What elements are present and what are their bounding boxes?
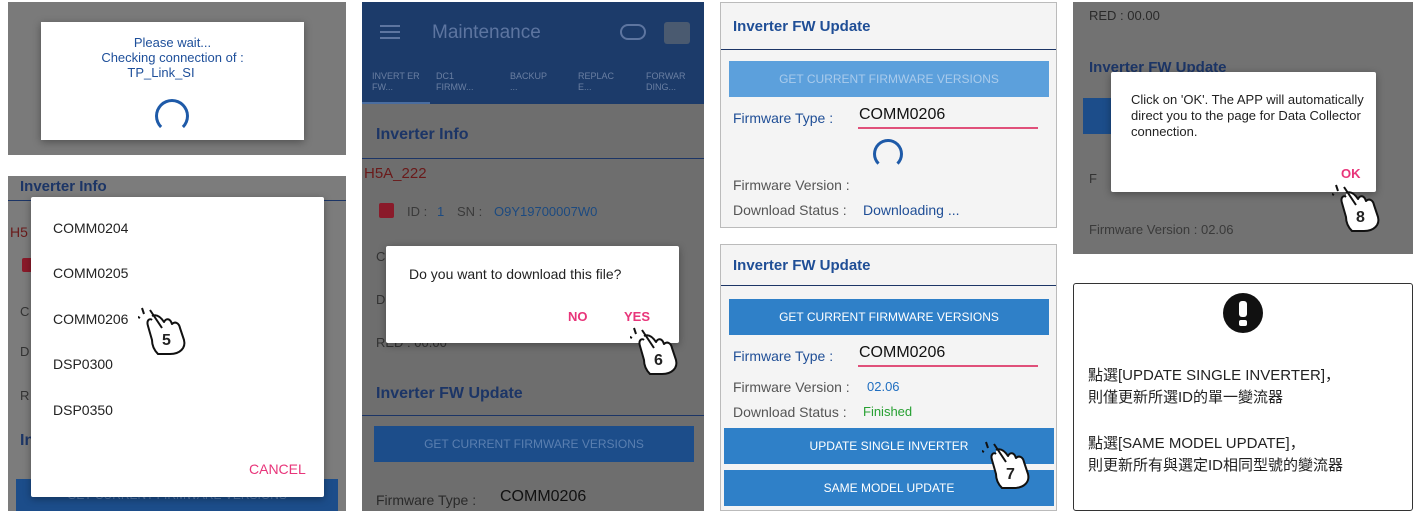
bg-fragment: H5 — [10, 224, 28, 240]
pointing-hand-icon: 6 — [627, 326, 682, 381]
step-number: 5 — [162, 332, 171, 349]
tab-replace[interactable]: REPLAC E... — [578, 71, 614, 93]
pointing-hand-icon: 8 — [1329, 183, 1384, 238]
sn-label: SN : — [457, 204, 483, 219]
note-line-1: 點選[UPDATE SINGLE INVERTER]， — [1088, 367, 1340, 384]
panel-checking-connection: Please wait... Checking connection of : … — [8, 2, 346, 155]
tab-dc1-firmware[interactable]: DC1 FIRMW... — [436, 71, 482, 93]
sn-value: O9Y19700007W0 — [494, 204, 598, 219]
bg-fragment: F — [1089, 171, 1097, 186]
ssid-text: TP_Link_SI — [127, 65, 195, 80]
exclamation-icon — [1223, 293, 1263, 333]
tab-inverter-fw[interactable]: INVERT ER FW... — [372, 71, 420, 93]
bg-section-title: Inverter Info — [20, 178, 107, 195]
fw-type-value: COMM0206 — [500, 488, 587, 505]
fw-update-heading: Inverter FW Update — [376, 385, 523, 402]
checking-connection-text: Checking connection of : — [101, 50, 244, 65]
inverter-info-heading: Inverter Info — [376, 126, 469, 143]
tab-forwarding[interactable]: FORWAR DING... — [646, 71, 694, 93]
no-button[interactable]: NO — [568, 309, 588, 324]
device-name: H5A_222 — [364, 165, 427, 182]
divider — [362, 415, 704, 416]
id-value: 1 — [437, 204, 445, 219]
bg-fragment: D — [376, 292, 386, 307]
download-status-label: Download Status : — [733, 202, 847, 218]
fw-type-underline — [858, 127, 1038, 129]
get-firmware-button[interactable]: GET CURRENT FIRMWARE VERSIONS — [729, 61, 1049, 97]
wifi-datacollector-icon[interactable] — [664, 22, 690, 44]
option-dsp0350[interactable]: DSP0350 — [53, 402, 113, 418]
cancel-button[interactable]: CANCEL — [249, 461, 306, 477]
option-dsp0300[interactable]: DSP0300 — [53, 356, 113, 372]
fw-version-label: Firmware Version : — [733, 177, 850, 193]
id-label: ID : — [407, 204, 428, 219]
panel-download-confirm: Maintenance INVERT ER FW... DC1 FIRMW...… — [362, 2, 704, 511]
bg-fragment: C — [20, 304, 30, 319]
note-line-2: 則僅更新所選ID的單一變流器 — [1088, 389, 1284, 406]
note-line-3: 點選[SAME MODEL UPDATE]， — [1088, 435, 1305, 452]
fw-update-heading: Inverter FW Update — [733, 257, 871, 274]
bg-fragment: C — [376, 249, 386, 264]
ok-button[interactable]: OK — [1341, 166, 1361, 181]
get-firmware-button[interactable]: GET CURRENT FIRMWARE VERSIONS — [729, 299, 1049, 335]
dialog-message: Do you want to download this file? — [409, 266, 622, 282]
pointing-hand-icon: 5 — [135, 306, 190, 361]
note-box: 點選[UPDATE SINGLE INVERTER]， 則僅更新所選ID的單一變… — [1073, 283, 1413, 511]
tab-indicator — [362, 102, 430, 104]
option-comm0205[interactable]: COMM0205 — [53, 265, 128, 281]
dialog-message: Click on 'OK'. The APP will automaticall… — [1131, 92, 1364, 139]
fw-update-heading: Inverter FW Update — [733, 18, 871, 35]
divider — [721, 285, 1056, 286]
fw-type-underline — [858, 365, 1038, 367]
option-comm0206[interactable]: COMM0206 — [53, 311, 128, 327]
inverter-checkbox[interactable] — [379, 203, 394, 218]
download-status-value: Downloading ... — [863, 202, 960, 218]
bg-fragment: D — [20, 344, 30, 359]
fw-version-value: 02.06 — [867, 379, 900, 394]
loading-spinner-icon — [155, 99, 189, 133]
step-number: 8 — [1356, 209, 1365, 226]
download-status-value: Finished — [863, 404, 913, 419]
divider — [362, 158, 704, 159]
fw-version-label: Firmware Version : — [733, 379, 850, 395]
bg-fragment: R — [20, 388, 30, 403]
panel-downloading: Inverter FW Update GET CURRENT FIRMWARE … — [720, 2, 1057, 228]
step-number: 7 — [1006, 466, 1015, 483]
yes-button[interactable]: YES — [624, 309, 650, 324]
fw-type-label: Firmware Type : — [733, 110, 834, 126]
fw-type-value: COMM0206 — [859, 344, 946, 361]
tab-backup[interactable]: BACKUP ... — [510, 71, 556, 93]
please-wait-text: Please wait... — [133, 35, 212, 50]
menu-icon[interactable] — [380, 25, 400, 39]
app-title: Maintenance — [432, 22, 541, 43]
progress-dialog: Please wait... Checking connection of : … — [41, 22, 304, 140]
fw-type-label: Firmware Type : — [376, 492, 477, 508]
fw-type-label: Firmware Type : — [733, 348, 834, 364]
cloud-icon[interactable] — [620, 24, 646, 40]
red-value-text: RED : 00.00 — [1089, 8, 1160, 23]
bg-fw-version: Firmware Version : 02.06 — [1089, 222, 1234, 237]
note-line-4: 則更新所有與選定ID相同型號的變流器 — [1088, 457, 1344, 474]
divider — [721, 49, 1056, 50]
option-comm0204[interactable]: COMM0204 — [53, 220, 128, 236]
bg-button — [1083, 98, 1113, 134]
loading-spinner-icon — [873, 139, 903, 169]
fw-type-value: COMM0206 — [859, 106, 946, 123]
redirect-dialog: Click on 'OK'. The APP will automaticall… — [1111, 72, 1376, 192]
pointing-hand-icon: 7 — [979, 440, 1034, 495]
get-firmware-button[interactable]: GET CURRENT FIRMWARE VERSIONS — [374, 426, 694, 462]
download-status-label: Download Status : — [733, 404, 847, 420]
step-number: 6 — [654, 352, 663, 369]
